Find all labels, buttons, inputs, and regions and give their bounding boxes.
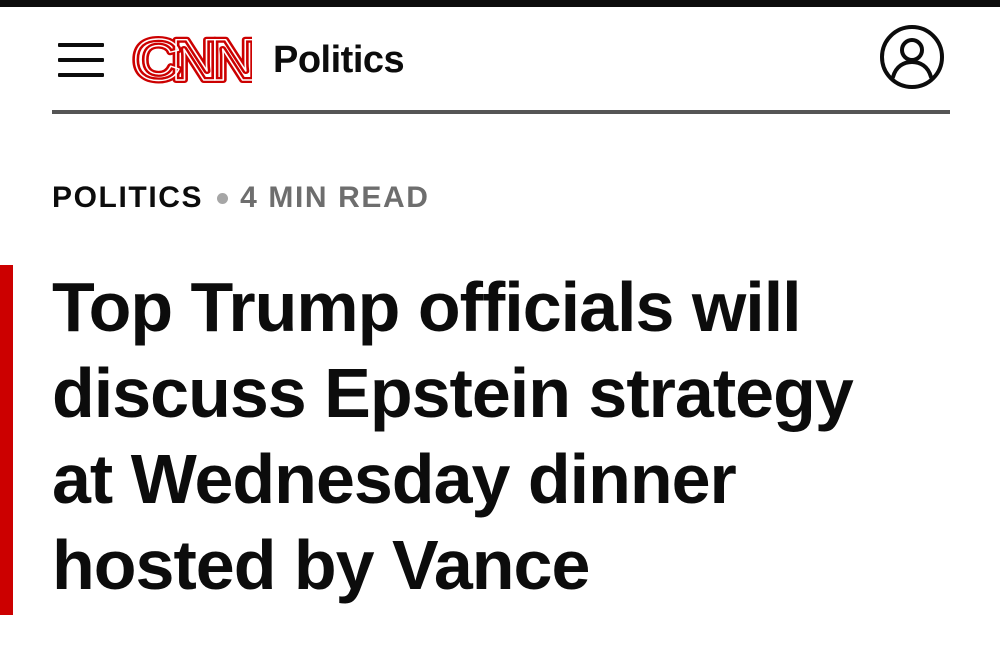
cnn-logo[interactable]: CNN CNN [130,25,265,96]
cnn-logo-outline: CNN [133,29,252,89]
user-account-icon [880,25,944,89]
section-title[interactable]: Politics [273,37,405,83]
menu-bar [58,73,104,77]
separator-dot [217,192,229,204]
headline-line: discuss Epstein strategy [52,354,854,432]
headline-line: Top Trump officials will [52,268,802,346]
headline-line: hosted by Vance [52,526,590,604]
header-divider [52,110,950,114]
headline-line: at Wednesday dinner [52,440,737,518]
article-meta: POLITICS 4 MIN READ [52,178,430,218]
menu-bar [58,58,104,62]
menu-bar [58,43,104,47]
article-headline: Top Trump officials will discuss Epstein… [52,264,952,608]
account-button[interactable] [878,23,946,91]
top-border [0,0,1000,7]
menu-button[interactable] [58,43,104,77]
cnn-logo-mark: CNN CNN [130,25,265,96]
site-header: CNN CNN Politics [52,7,950,110]
category-label[interactable]: POLITICS [52,181,203,215]
read-time: 4 MIN READ [240,181,430,214]
headline-accent-bar [0,265,13,615]
